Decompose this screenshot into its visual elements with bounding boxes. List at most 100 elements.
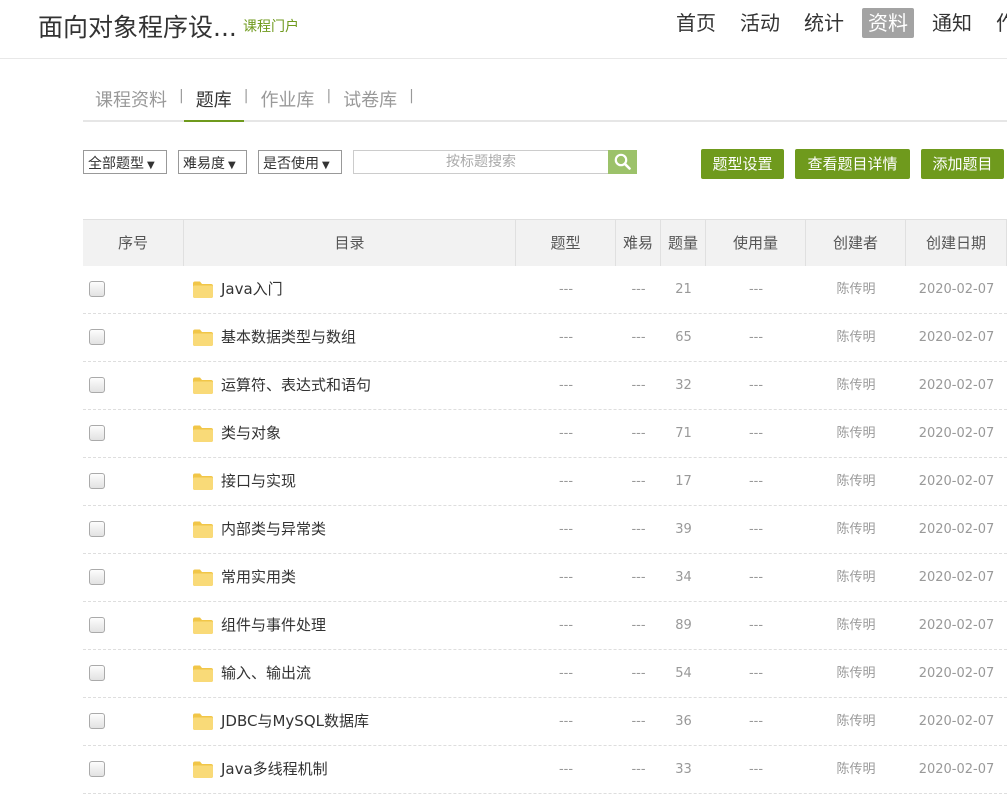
view-question-details-button[interactable]: 查看题目详情 [795, 149, 910, 179]
row-checkbox[interactable] [89, 521, 105, 537]
cell-creator: 陈传明 [836, 426, 876, 441]
directory-name[interactable]: 内部类与异常类 [221, 506, 326, 553]
course-portal-link[interactable]: 课程门户 [243, 16, 299, 36]
row-checkbox[interactable] [89, 473, 105, 489]
cell-creator: 陈传明 [836, 474, 876, 489]
nav-activity[interactable]: 活动 [734, 8, 786, 38]
cell-usage: --- [748, 426, 764, 441]
table-header: 序号 目录 题型 难易 题量 使用量 创建者 创建日期 [83, 219, 1007, 266]
tab-course-materials[interactable]: 课程资料 [83, 78, 179, 112]
directory-name[interactable]: 运算符、表达式和语句 [221, 362, 371, 409]
cell-difficulty: --- [631, 474, 646, 489]
nav-home[interactable]: 首页 [670, 8, 722, 38]
cell-type: --- [558, 666, 574, 681]
cell-created-date: 2020-02-07 [918, 714, 995, 729]
table-row[interactable]: 运算符、表达式和语句 --- --- 32 --- 陈传明 2020-02-07 [83, 362, 1007, 410]
nav-homework[interactable]: 作 [990, 8, 1007, 38]
row-checkbox[interactable] [89, 425, 105, 441]
tab-homework-bank[interactable]: 作业库 [248, 78, 326, 112]
cell-creator: 陈传明 [836, 714, 876, 729]
usage-select[interactable]: 是否使用 ▼ [258, 150, 342, 174]
cell-difficulty: --- [631, 762, 646, 777]
directory-name[interactable]: 组件与事件处理 [221, 602, 326, 649]
table-row[interactable]: 类与对象 --- --- 71 --- 陈传明 2020-02-07 [83, 410, 1007, 458]
directory-name[interactable]: 常用实用类 [221, 554, 296, 601]
chevron-down-icon: ▼ [147, 160, 155, 171]
difficulty-select[interactable]: 难易度 ▼ [178, 150, 247, 174]
cell-creator: 陈传明 [836, 762, 876, 777]
column-header-usage: 使用量 [706, 220, 806, 266]
cell-difficulty: --- [631, 570, 646, 585]
folder-icon [193, 281, 213, 298]
column-header-creator: 创建者 [806, 220, 906, 266]
directory-name[interactable]: Java入门 [221, 266, 283, 313]
row-checkbox[interactable] [89, 761, 105, 777]
chevron-down-icon: ▼ [322, 160, 330, 171]
search-box [353, 150, 609, 174]
tab-question-bank[interactable]: 题库 [183, 78, 244, 122]
cell-usage: --- [748, 330, 764, 345]
directory-name[interactable]: Java多线程机制 [221, 746, 328, 793]
table-row[interactable]: 内部类与异常类 --- --- 39 --- 陈传明 2020-02-07 [83, 506, 1007, 554]
cell-count: 36 [675, 714, 692, 729]
row-checkbox[interactable] [89, 665, 105, 681]
cell-creator: 陈传明 [836, 378, 876, 393]
cell-creator: 陈传明 [836, 522, 876, 537]
cell-count: 21 [675, 282, 692, 297]
folder-icon [193, 377, 213, 394]
directory-name[interactable]: 基本数据类型与数组 [221, 314, 356, 361]
row-checkbox[interactable] [89, 569, 105, 585]
nav-notice[interactable]: 通知 [926, 8, 978, 38]
directory-name[interactable]: 类与对象 [221, 410, 281, 457]
directory-name[interactable]: JDBC与MySQL数据库 [221, 698, 369, 745]
folder-icon [193, 473, 213, 490]
table-row[interactable]: 接口与实现 --- --- 17 --- 陈传明 2020-02-07 [83, 458, 1007, 506]
cell-created-date: 2020-02-07 [918, 522, 995, 537]
cell-difficulty: --- [631, 522, 646, 537]
nav-statistics[interactable]: 统计 [798, 8, 850, 38]
folder-icon [193, 329, 213, 346]
column-header-difficulty: 难易 [616, 220, 661, 266]
table-row[interactable]: JDBC与MySQL数据库 --- --- 36 --- 陈传明 2020-02… [83, 698, 1007, 746]
search-input[interactable] [354, 151, 608, 173]
row-checkbox[interactable] [89, 617, 105, 633]
directory-name[interactable]: 输入、输出流 [221, 650, 311, 697]
row-checkbox[interactable] [89, 329, 105, 345]
cell-count: 39 [675, 522, 692, 537]
top-navigation: 首页 活动 统计 资料 通知 作 [670, 8, 1007, 38]
course-title: 面向对象程序设... [38, 13, 237, 42]
row-checkbox[interactable] [89, 713, 105, 729]
folder-icon [193, 521, 213, 538]
table-row[interactable]: 基本数据类型与数组 --- --- 65 --- 陈传明 2020-02-07 [83, 314, 1007, 362]
table-row[interactable]: 输入、输出流 --- --- 54 --- 陈传明 2020-02-07 [83, 650, 1007, 698]
directory-name[interactable]: 接口与实现 [221, 458, 296, 505]
question-bank-table: 序号 目录 题型 难易 题量 使用量 创建者 创建日期 Java入门 --- -… [83, 219, 1007, 794]
cell-usage: --- [748, 474, 764, 489]
cell-difficulty: --- [631, 282, 646, 297]
table-row[interactable]: Java多线程机制 --- --- 33 --- 陈传明 2020-02-07 [83, 746, 1007, 794]
cell-usage: --- [748, 618, 764, 633]
search-button[interactable] [608, 150, 637, 174]
row-checkbox[interactable] [89, 377, 105, 393]
cell-type: --- [558, 474, 574, 489]
folder-icon [193, 761, 213, 778]
question-type-select[interactable]: 全部题型 ▼ [83, 150, 167, 174]
table-row[interactable]: 常用实用类 --- --- 34 --- 陈传明 2020-02-07 [83, 554, 1007, 602]
cell-usage: --- [748, 522, 764, 537]
table-row[interactable]: 组件与事件处理 --- --- 89 --- 陈传明 2020-02-07 [83, 602, 1007, 650]
question-type-settings-button[interactable]: 题型设置 [701, 149, 784, 179]
cell-created-date: 2020-02-07 [918, 378, 995, 393]
cell-usage: --- [748, 570, 764, 585]
folder-icon [193, 569, 213, 586]
cell-creator: 陈传明 [836, 570, 876, 585]
folder-icon [193, 665, 213, 682]
tab-exam-bank[interactable]: 试卷库 [331, 78, 409, 112]
cell-usage: --- [748, 282, 764, 297]
nav-materials[interactable]: 资料 [862, 8, 914, 38]
column-header-count: 题量 [661, 220, 706, 266]
cell-difficulty: --- [631, 714, 646, 729]
row-checkbox[interactable] [89, 281, 105, 297]
add-question-button[interactable]: 添加题目 [921, 149, 1004, 179]
table-row[interactable]: Java入门 --- --- 21 --- 陈传明 2020-02-07 [83, 266, 1007, 314]
cell-created-date: 2020-02-07 [918, 666, 995, 681]
